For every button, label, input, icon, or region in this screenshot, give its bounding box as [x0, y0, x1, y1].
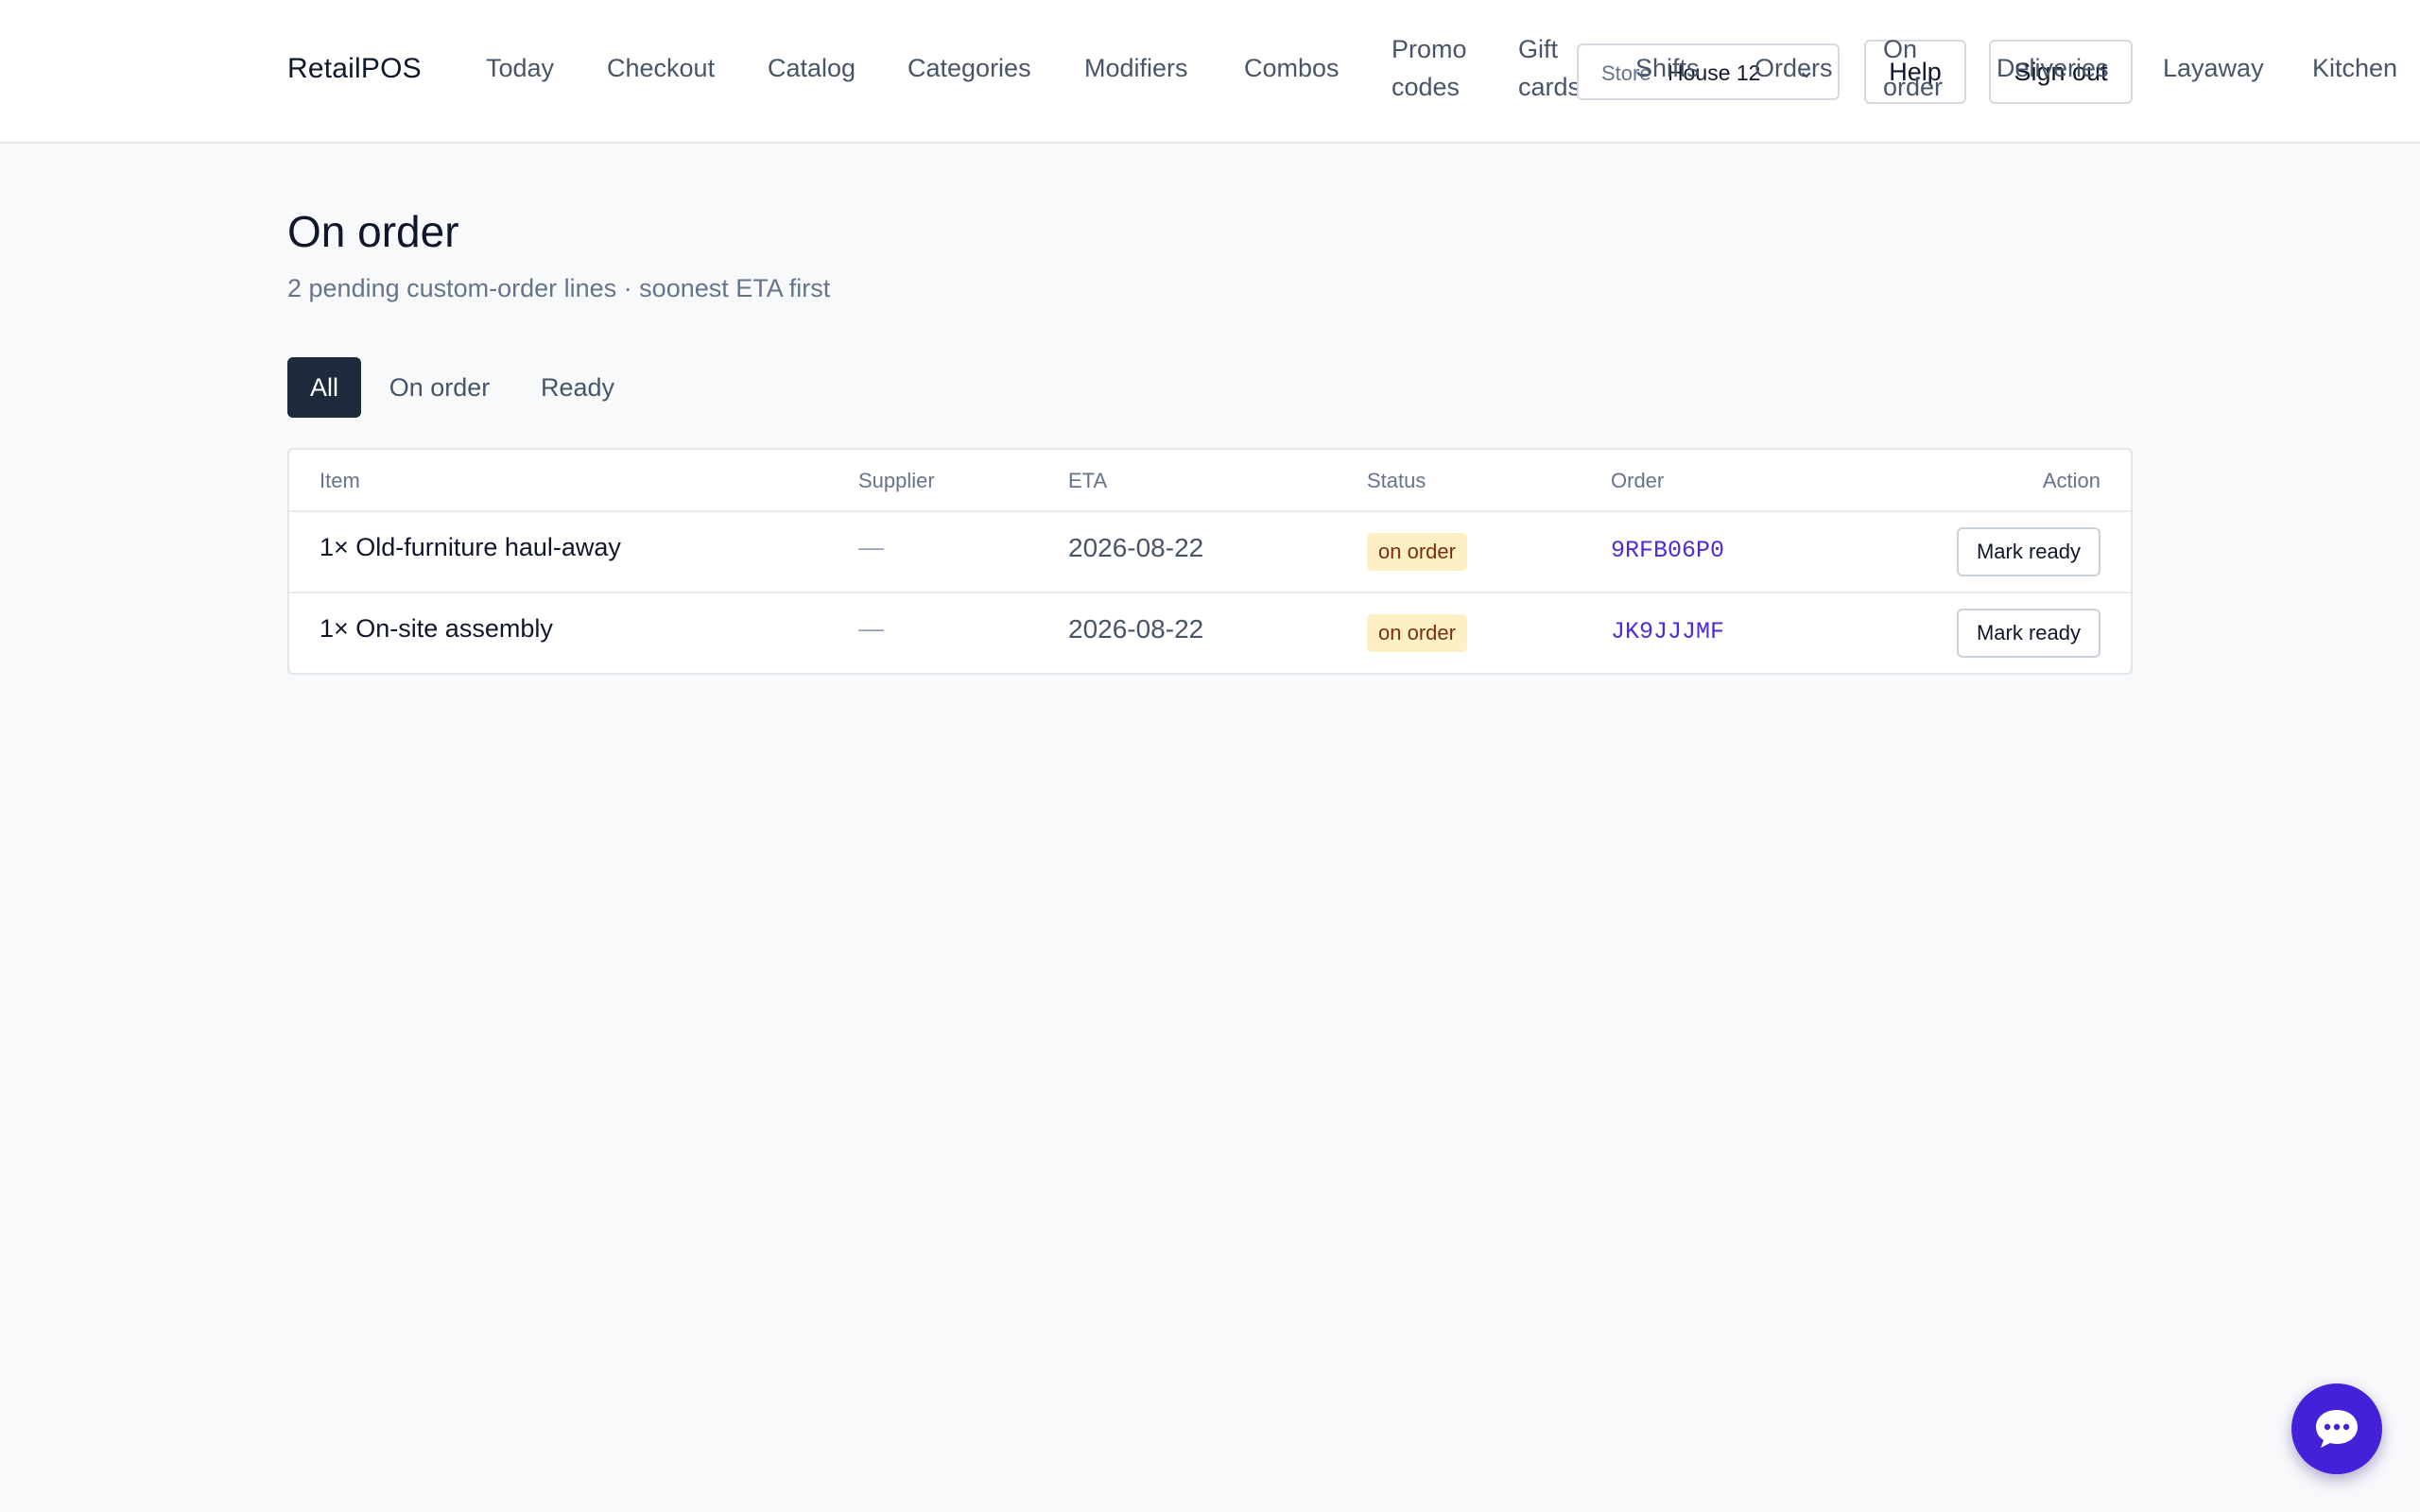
column-header-order: Order — [1611, 469, 1665, 492]
on-order-table: Item Supplier ETA Status Order Action 1×… — [287, 448, 2133, 675]
page-title: On order — [287, 207, 459, 256]
nav-today[interactable]: Today — [486, 49, 554, 87]
row-item: 1× Old-furniture haul-away — [320, 533, 621, 561]
nav-layaway[interactable]: Layaway — [2163, 49, 2264, 87]
column-header-item: Item — [320, 469, 360, 492]
top-navigation-bar: RetailPOS Today Checkout Catalog Categor… — [0, 0, 2420, 144]
nav-catalog[interactable]: Catalog — [768, 49, 856, 87]
nav-categories[interactable]: Categories — [908, 49, 1031, 87]
row-supplier: — — [858, 614, 884, 643]
order-link[interactable]: 9RFB06P0 — [1611, 537, 1724, 564]
column-header-eta: ETA — [1068, 469, 1108, 492]
brand-logo-text[interactable]: RetailPOS — [287, 53, 422, 85]
table-row: 1× Old-furniture haul-away — 2026-08-22 … — [289, 510, 2131, 592]
nav-modifiers[interactable]: Modifiers — [1084, 49, 1188, 87]
status-badge: on order — [1367, 533, 1467, 571]
nav-orders[interactable]: Orders — [1754, 49, 1833, 87]
row-eta: 2026-08-22 — [1068, 533, 1204, 562]
filter-tab-ready[interactable]: Ready — [526, 357, 630, 418]
column-header-action: Action — [2042, 469, 2100, 492]
column-header-supplier: Supplier — [858, 469, 935, 492]
nav-combos[interactable]: Combos — [1244, 49, 1340, 87]
chat-bubble-icon — [2316, 1410, 2358, 1448]
nav-promo-codes[interactable]: Promo codes — [1392, 30, 1482, 106]
mark-ready-button[interactable]: Mark ready — [1957, 527, 2100, 576]
nav-kitchen[interactable]: Kitchen — [2312, 49, 2397, 87]
page-subtitle: 2 pending custom-order lines · soonest E… — [287, 274, 831, 302]
row-eta: 2026-08-22 — [1068, 614, 1204, 644]
row-supplier: — — [858, 533, 884, 561]
table-row: 1× On-site assembly — 2026-08-22 on orde… — [289, 592, 2131, 673]
column-header-status: Status — [1367, 469, 1426, 492]
nav-on-order[interactable]: On order — [1883, 30, 1951, 106]
chat-button[interactable] — [2291, 1383, 2382, 1474]
filter-tab-on-order[interactable]: On order — [376, 357, 503, 418]
mark-ready-button[interactable]: Mark ready — [1957, 609, 2100, 658]
filter-tab-all[interactable]: All — [287, 357, 361, 418]
nav-checkout[interactable]: Checkout — [607, 49, 715, 87]
status-badge: on order — [1367, 614, 1467, 652]
nav-deliveries[interactable]: Deliveries — [1996, 49, 2109, 87]
order-link[interactable]: JK9JJJMF — [1611, 618, 1724, 645]
nav-shifts[interactable]: Shifts — [1635, 49, 1700, 87]
row-item: 1× On-site assembly — [320, 614, 553, 643]
